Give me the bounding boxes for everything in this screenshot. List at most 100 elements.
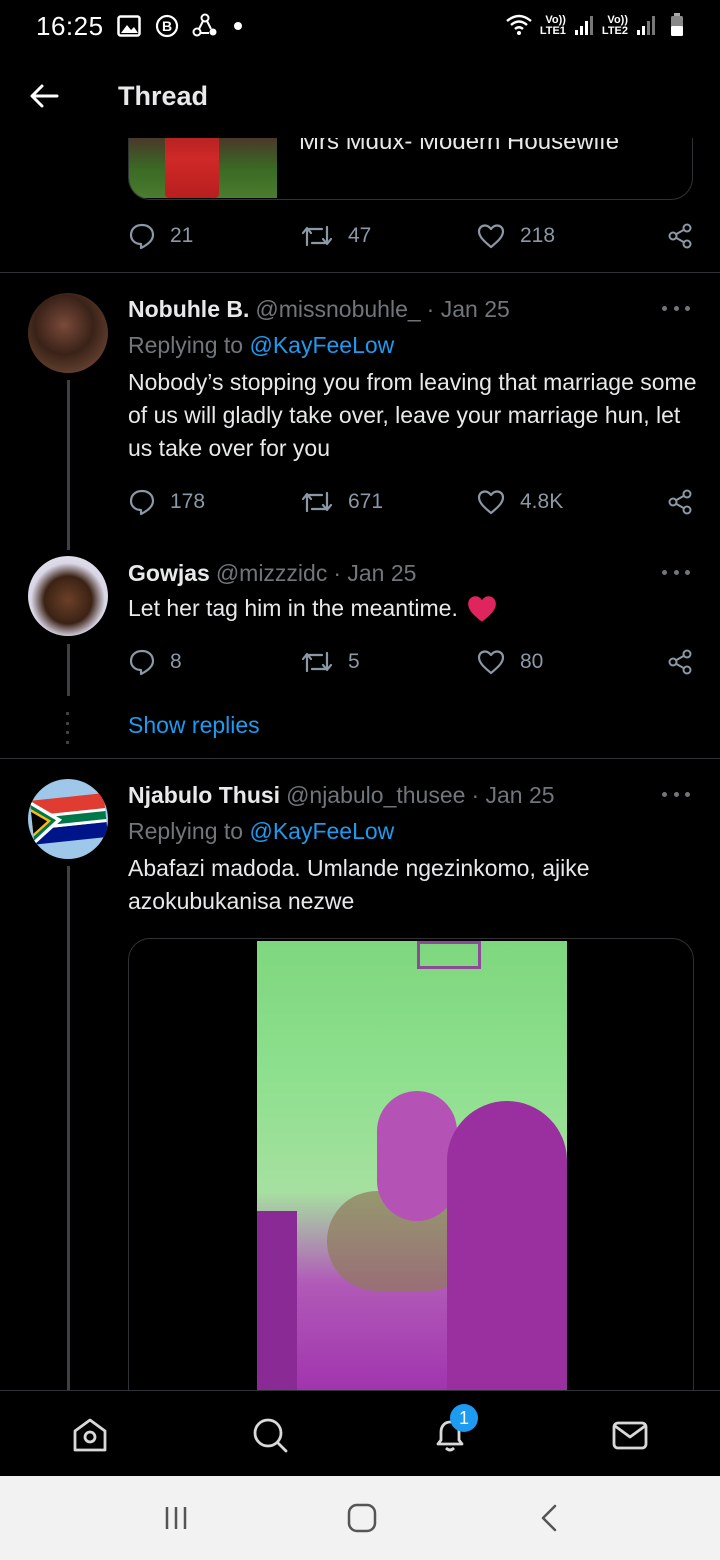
tweet-text: Abafazi madoda. Umlande ngezinkomo, ajik… xyxy=(128,855,590,914)
gallery-notification-icon xyxy=(116,13,142,39)
heart-icon xyxy=(477,224,505,249)
retweet-count: 47 xyxy=(348,224,372,247)
sim1-indicator: Vo)) LTE1 xyxy=(540,15,566,37)
reply-count: 8 xyxy=(170,650,182,673)
display-name[interactable]: Nobuhle B. xyxy=(128,296,249,323)
chevron-left-icon xyxy=(541,1504,557,1532)
user-handle[interactable]: @mizzzidc xyxy=(216,560,328,587)
user-handle[interactable]: @missnobuhle_ xyxy=(255,296,420,323)
svg-text:B: B xyxy=(162,18,172,34)
app-header: Thread xyxy=(0,54,720,138)
like-button[interactable]: 80 xyxy=(476,648,543,676)
system-back-button[interactable] xyxy=(530,1502,570,1534)
share-button[interactable] xyxy=(666,648,694,676)
like-count: 218 xyxy=(520,224,556,247)
more-options-button[interactable] xyxy=(662,784,690,804)
battery-icon xyxy=(670,12,684,40)
retweet-icon xyxy=(301,491,333,513)
search-icon xyxy=(253,1418,288,1453)
tweet-date: · Jan 25 xyxy=(471,782,555,808)
reply-icon xyxy=(129,649,155,676)
video-thumbnail xyxy=(257,941,567,1397)
retweet-count: 5 xyxy=(348,650,360,673)
replying-label: Replying to xyxy=(128,332,244,358)
retweet-button[interactable]: 47 xyxy=(300,223,371,249)
recent-apps-button[interactable] xyxy=(156,1502,196,1534)
avatar[interactable] xyxy=(28,779,108,859)
like-button[interactable]: 218 xyxy=(476,222,555,250)
reply-button[interactable]: 21 xyxy=(128,222,193,250)
retweet-button[interactable]: 5 xyxy=(300,649,360,675)
south-africa-flag-icon xyxy=(28,779,108,859)
reply-icon xyxy=(129,223,155,250)
recent-apps-icon xyxy=(165,1507,187,1529)
tweet-text: Nobody’s stopping you from leaving that … xyxy=(128,369,697,461)
thread-line xyxy=(67,866,70,1390)
share-icon xyxy=(668,223,692,249)
page-title: Thread xyxy=(118,80,209,111)
avatar[interactable] xyxy=(28,293,108,373)
system-navigation-bar xyxy=(0,1476,720,1560)
replying-label: Replying to xyxy=(128,818,244,844)
share-icon xyxy=(668,489,692,515)
messages-tab[interactable] xyxy=(608,1413,652,1457)
arrow-left-icon xyxy=(30,84,59,108)
show-replies-link[interactable]: Show replies xyxy=(128,712,260,739)
status-time: 16:25 xyxy=(36,10,104,41)
wifi-icon xyxy=(506,14,532,39)
reply-button[interactable]: 178 xyxy=(128,488,205,516)
avatar[interactable] xyxy=(28,556,108,636)
retweet-count: 671 xyxy=(348,490,384,513)
like-count: 80 xyxy=(520,650,544,673)
more-options-button[interactable] xyxy=(662,562,690,582)
heart-icon xyxy=(477,650,505,675)
notification-badge: 1 xyxy=(450,1404,478,1432)
tweet-header: Gowjas @mizzzidc · Jan 25 xyxy=(128,560,416,587)
tweet-text: Let her tag him in the meantime. xyxy=(128,595,458,621)
reply-button[interactable]: 8 xyxy=(128,648,182,676)
reply-icon xyxy=(129,489,155,516)
share-button[interactable] xyxy=(666,488,694,516)
tweet-text-row: Let her tag him in the meantime. xyxy=(128,592,698,625)
thread-line xyxy=(67,644,70,696)
back-button[interactable] xyxy=(12,64,76,128)
reply-count: 178 xyxy=(170,490,206,513)
share-button[interactable] xyxy=(666,222,694,250)
display-name[interactable]: Njabulo Thusi xyxy=(128,782,280,809)
mention-link[interactable]: @KayFeeLow xyxy=(249,818,394,844)
home-icon xyxy=(73,1418,107,1452)
like-button[interactable]: 4.8K xyxy=(476,488,563,516)
signal-sim2-icon xyxy=(636,14,656,39)
thread-line xyxy=(67,380,70,550)
retweet-button[interactable]: 671 xyxy=(300,489,383,515)
tweet-date: · Jan 25 xyxy=(426,296,510,322)
status-bar: 16:25 B Vo)) LTE1 Vo)) LTE2 xyxy=(0,0,720,52)
replying-to: Replying to @KayFeeLow xyxy=(128,332,394,359)
retweet-icon xyxy=(301,651,333,673)
more-notifications-dot-icon xyxy=(233,22,242,30)
user-handle[interactable]: @njabulo_thusee xyxy=(286,782,465,809)
display-name[interactable]: Gowjas xyxy=(128,560,210,587)
like-count: 4.8K xyxy=(520,490,564,513)
mention-link[interactable]: @KayFeeLow xyxy=(249,332,394,358)
home-tab[interactable] xyxy=(68,1413,112,1457)
home-square-icon xyxy=(347,1503,377,1533)
more-options-button[interactable] xyxy=(662,298,690,318)
reply-2-actions: 8 5 80 xyxy=(128,642,694,682)
tweet-header: Njabulo Thusi @njabulo_thusee · Jan 25 xyxy=(128,782,555,809)
search-tab[interactable] xyxy=(248,1413,292,1457)
share-app-notification-icon xyxy=(192,13,218,39)
sim1-label: LTE1 xyxy=(539,25,566,37)
home-system-button[interactable] xyxy=(342,1502,382,1534)
signal-sim1-icon xyxy=(574,14,594,39)
sim2-indicator: Vo)) LTE2 xyxy=(602,15,628,37)
b-app-notification-icon: B xyxy=(154,13,180,39)
divider xyxy=(0,272,720,273)
mail-icon xyxy=(612,1421,648,1450)
reply-count: 21 xyxy=(170,224,194,247)
tweet-header: Nobuhle B. @missnobuhle_ · Jan 25 xyxy=(128,296,510,323)
video-media[interactable] xyxy=(128,938,694,1398)
replying-to: Replying to @KayFeeLow xyxy=(128,818,394,845)
top-tweet-actions: 21 47 218 xyxy=(128,216,694,256)
bottom-navigation xyxy=(0,1390,720,1476)
